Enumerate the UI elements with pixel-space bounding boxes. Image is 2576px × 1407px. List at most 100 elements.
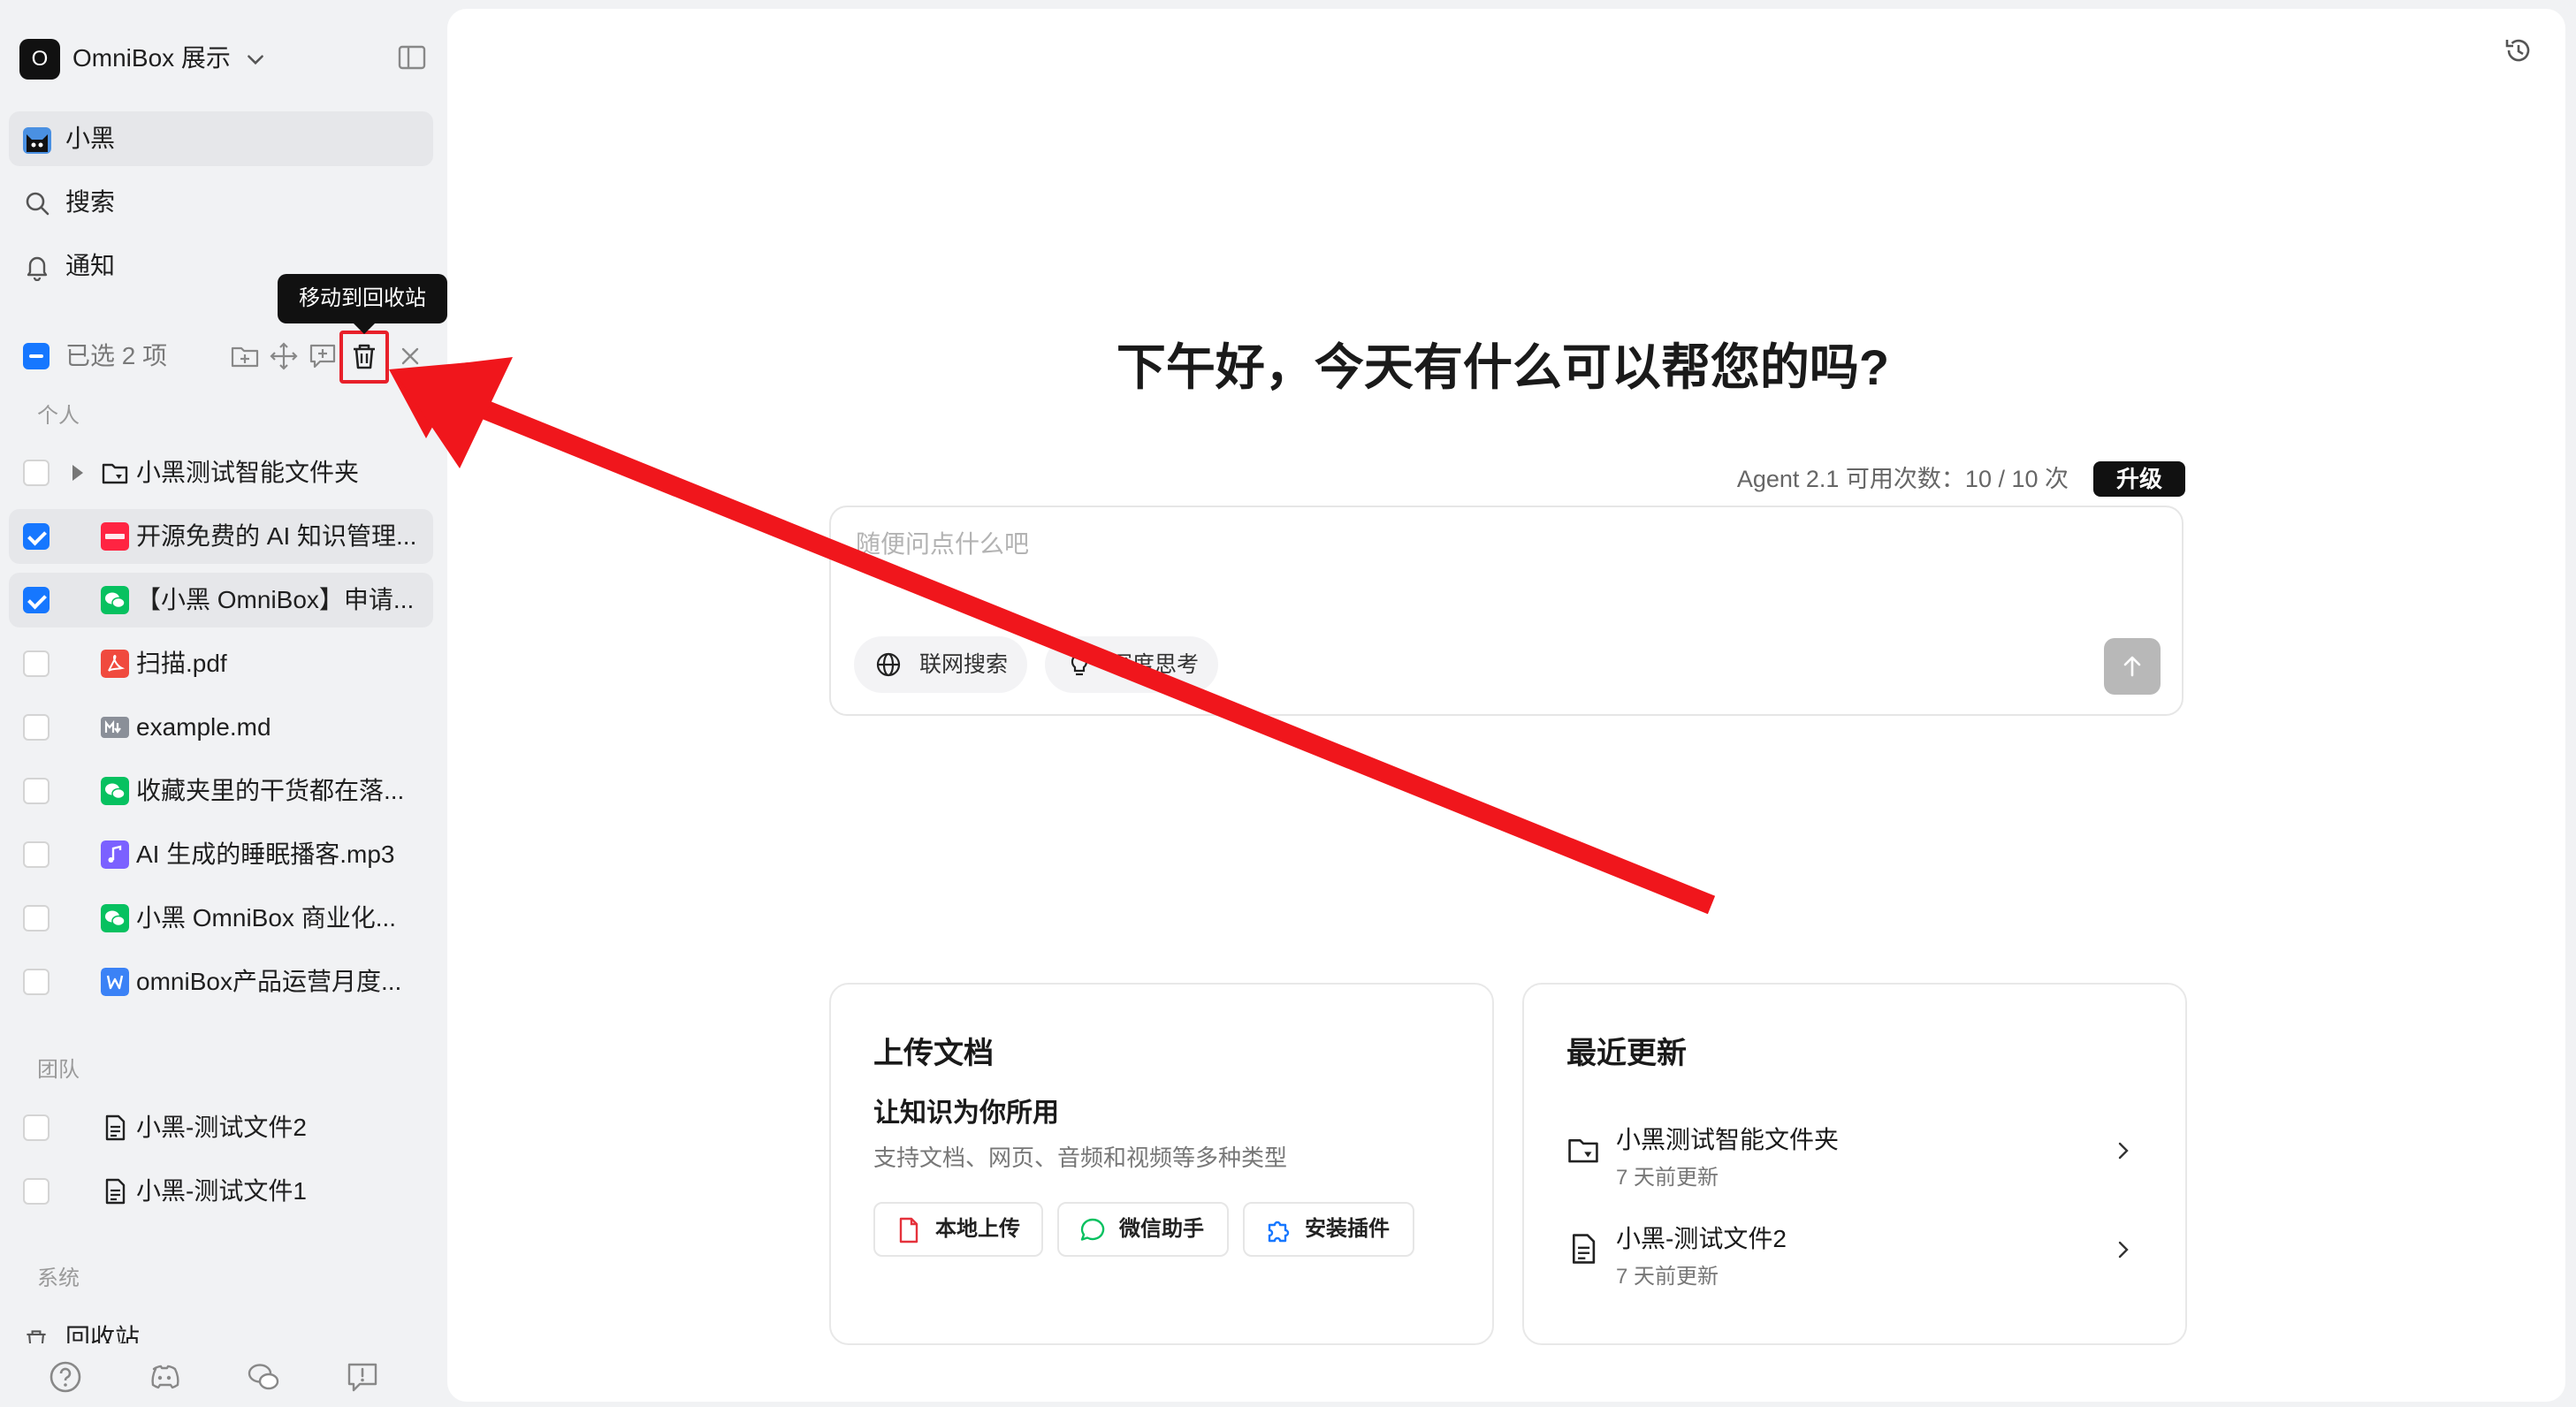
upgrade-button[interactable]: 升级 bbox=[2093, 461, 2185, 497]
wechat-assistant-label: 微信助手 bbox=[1119, 1217, 1204, 1241]
list-item[interactable]: 小黑 OmniBox 商业化... bbox=[9, 891, 433, 946]
xiaohongshu-icon bbox=[101, 522, 129, 551]
file-name: 小黑测试智能文件夹 bbox=[136, 459, 360, 486]
workspace-name[interactable]: OmniBox 展示 bbox=[72, 41, 231, 76]
upload-card-subtitle: 让知识为你所用 bbox=[873, 1099, 1059, 1128]
markdown-icon bbox=[101, 717, 129, 738]
list-item[interactable]: 小黑-测试文件1 bbox=[9, 1164, 433, 1219]
history-icon[interactable] bbox=[2504, 35, 2534, 65]
nav-label: 搜索 bbox=[65, 188, 116, 216]
cat-avatar-icon bbox=[23, 127, 51, 154]
nav-label: 小黑 bbox=[65, 125, 116, 152]
file-name: 扫描.pdf bbox=[136, 650, 227, 677]
list-item[interactable]: omniBox产品运营月度... bbox=[9, 954, 433, 1009]
row-checkbox[interactable] bbox=[23, 460, 50, 486]
recent-item[interactable]: 小黑-测试文件2 7 天前更新 bbox=[1566, 1216, 2150, 1296]
list-item[interactable]: 开源免费的 AI 知识管理... bbox=[9, 509, 433, 564]
add-to-chat-icon[interactable] bbox=[308, 341, 338, 371]
send-button[interactable] bbox=[2104, 638, 2161, 695]
file-name: 收藏夹里的干货都在落... bbox=[136, 777, 405, 804]
tooltip: 移动到回收站 bbox=[278, 274, 447, 334]
recent-item-name: 小黑-测试文件2 bbox=[1616, 1225, 1787, 1252]
audio-icon bbox=[101, 840, 129, 869]
help-icon[interactable] bbox=[48, 1359, 83, 1395]
chevron-down-icon[interactable] bbox=[244, 48, 267, 71]
install-plugin-label: 安装插件 bbox=[1305, 1217, 1390, 1241]
list-item[interactable]: 收藏夹里的干货都在落... bbox=[9, 764, 433, 818]
move-icon[interactable] bbox=[269, 341, 299, 371]
word-icon bbox=[101, 968, 129, 996]
nav-label: 通知 bbox=[65, 252, 116, 279]
upload-card: 上传文档 让知识为你所用 支持文档、网页、音频和视频等多种类型 本地上传 微信助… bbox=[829, 983, 1494, 1345]
row-checkbox[interactable] bbox=[23, 650, 50, 677]
row-checkbox[interactable] bbox=[23, 841, 50, 868]
row-checkbox[interactable] bbox=[23, 523, 50, 550]
row-checkbox[interactable] bbox=[23, 1114, 50, 1141]
row-checkbox[interactable] bbox=[23, 587, 50, 613]
row-checkbox[interactable] bbox=[23, 969, 50, 995]
search-icon bbox=[26, 192, 50, 216]
list-item-recycle-bin[interactable]: 回收站 bbox=[9, 1304, 433, 1343]
file-name: AI 生成的睡眠播客.mp3 bbox=[136, 840, 395, 868]
web-search-label: 联网搜索 bbox=[919, 652, 1009, 677]
chat-composer: 联网搜索 深度思考 bbox=[829, 506, 2184, 716]
row-checkbox[interactable] bbox=[23, 905, 50, 932]
trash-icon[interactable] bbox=[349, 341, 379, 371]
file-name: 回收站 bbox=[65, 1324, 141, 1343]
recent-item-time: 7 天前更新 bbox=[1616, 1166, 1719, 1190]
lightbulb-icon bbox=[1071, 653, 1088, 676]
wechat-icon bbox=[101, 904, 129, 932]
expand-caret-icon[interactable] bbox=[72, 465, 83, 481]
recent-item[interactable]: 小黑测试智能文件夹 7 天前更新 bbox=[1566, 1117, 2150, 1197]
nav-item-xiaohei[interactable]: 小黑 bbox=[9, 111, 433, 166]
wechat-icon bbox=[101, 586, 129, 614]
section-label-system: 系统 bbox=[37, 1266, 80, 1290]
list-item[interactable]: 扫描.pdf bbox=[9, 636, 433, 691]
recent-card-title: 最近更新 bbox=[1566, 1037, 1687, 1070]
list-item[interactable]: 小黑-测试文件2 bbox=[9, 1100, 433, 1155]
select-all-checkbox[interactable] bbox=[23, 343, 50, 369]
bell-icon bbox=[27, 256, 48, 281]
file-upload-icon bbox=[899, 1217, 918, 1243]
file-name: 小黑-测试文件1 bbox=[136, 1177, 307, 1205]
file-name: 开源免费的 AI 知识管理... bbox=[136, 522, 417, 550]
sidebar-toggle-icon[interactable] bbox=[398, 44, 426, 71]
list-item[interactable]: example.md bbox=[9, 700, 433, 755]
nav-item-search[interactable]: 搜索 bbox=[9, 175, 433, 230]
list-item[interactable]: AI 生成的睡眠播客.mp3 bbox=[9, 827, 433, 882]
document-icon bbox=[105, 1178, 126, 1205]
chat-bubble-icon bbox=[1080, 1218, 1105, 1241]
close-icon[interactable] bbox=[395, 341, 425, 371]
upload-card-desc: 支持文档、网页、音频和视频等多种类型 bbox=[873, 1145, 1288, 1171]
recent-item-name: 小黑测试智能文件夹 bbox=[1616, 1126, 1840, 1153]
file-name: example.md bbox=[136, 713, 271, 741]
recent-card: 最近更新 小黑测试智能文件夹 7 天前更新 小黑-测试文件2 7 天前更新 bbox=[1522, 983, 2187, 1345]
deep-think-toggle[interactable]: 深度思考 bbox=[1045, 636, 1218, 693]
feedback-icon[interactable] bbox=[345, 1359, 380, 1395]
deep-think-label: 深度思考 bbox=[1110, 652, 1200, 677]
row-checkbox[interactable] bbox=[23, 714, 50, 741]
smart-folder-icon bbox=[1568, 1139, 1598, 1163]
row-checkbox[interactable] bbox=[23, 1178, 50, 1205]
chevron-right-icon bbox=[2118, 1142, 2129, 1160]
install-plugin-button[interactable]: 安装插件 bbox=[1243, 1202, 1414, 1257]
trash-icon bbox=[27, 1330, 46, 1343]
arrow-up-icon bbox=[2123, 656, 2141, 677]
chat-input[interactable] bbox=[856, 530, 2093, 559]
list-item[interactable]: 小黑测试智能文件夹 bbox=[9, 445, 433, 500]
discord-icon[interactable] bbox=[147, 1359, 182, 1395]
usage-quota: Agent 2.1 可用次数：10 / 10 次 bbox=[1736, 466, 2069, 492]
wechat-assistant-button[interactable]: 微信助手 bbox=[1057, 1202, 1229, 1257]
row-checkbox[interactable] bbox=[23, 778, 50, 804]
file-name: omniBox产品运营月度... bbox=[136, 968, 402, 995]
greeting-title: 下午好，今天有什么可以帮您的吗? bbox=[1116, 339, 1890, 395]
list-item[interactable]: 【小黑 OmniBox】申请... bbox=[9, 573, 433, 627]
document-icon bbox=[105, 1114, 126, 1141]
wechat-icon bbox=[101, 777, 129, 805]
local-upload-button[interactable]: 本地上传 bbox=[873, 1202, 1043, 1257]
section-label-personal: 个人 bbox=[37, 404, 80, 428]
web-search-toggle[interactable]: 联网搜索 bbox=[854, 636, 1027, 693]
new-folder-icon[interactable] bbox=[230, 341, 260, 371]
workspace-avatar[interactable]: O bbox=[19, 39, 60, 80]
wechat-outline-icon[interactable] bbox=[246, 1359, 281, 1395]
